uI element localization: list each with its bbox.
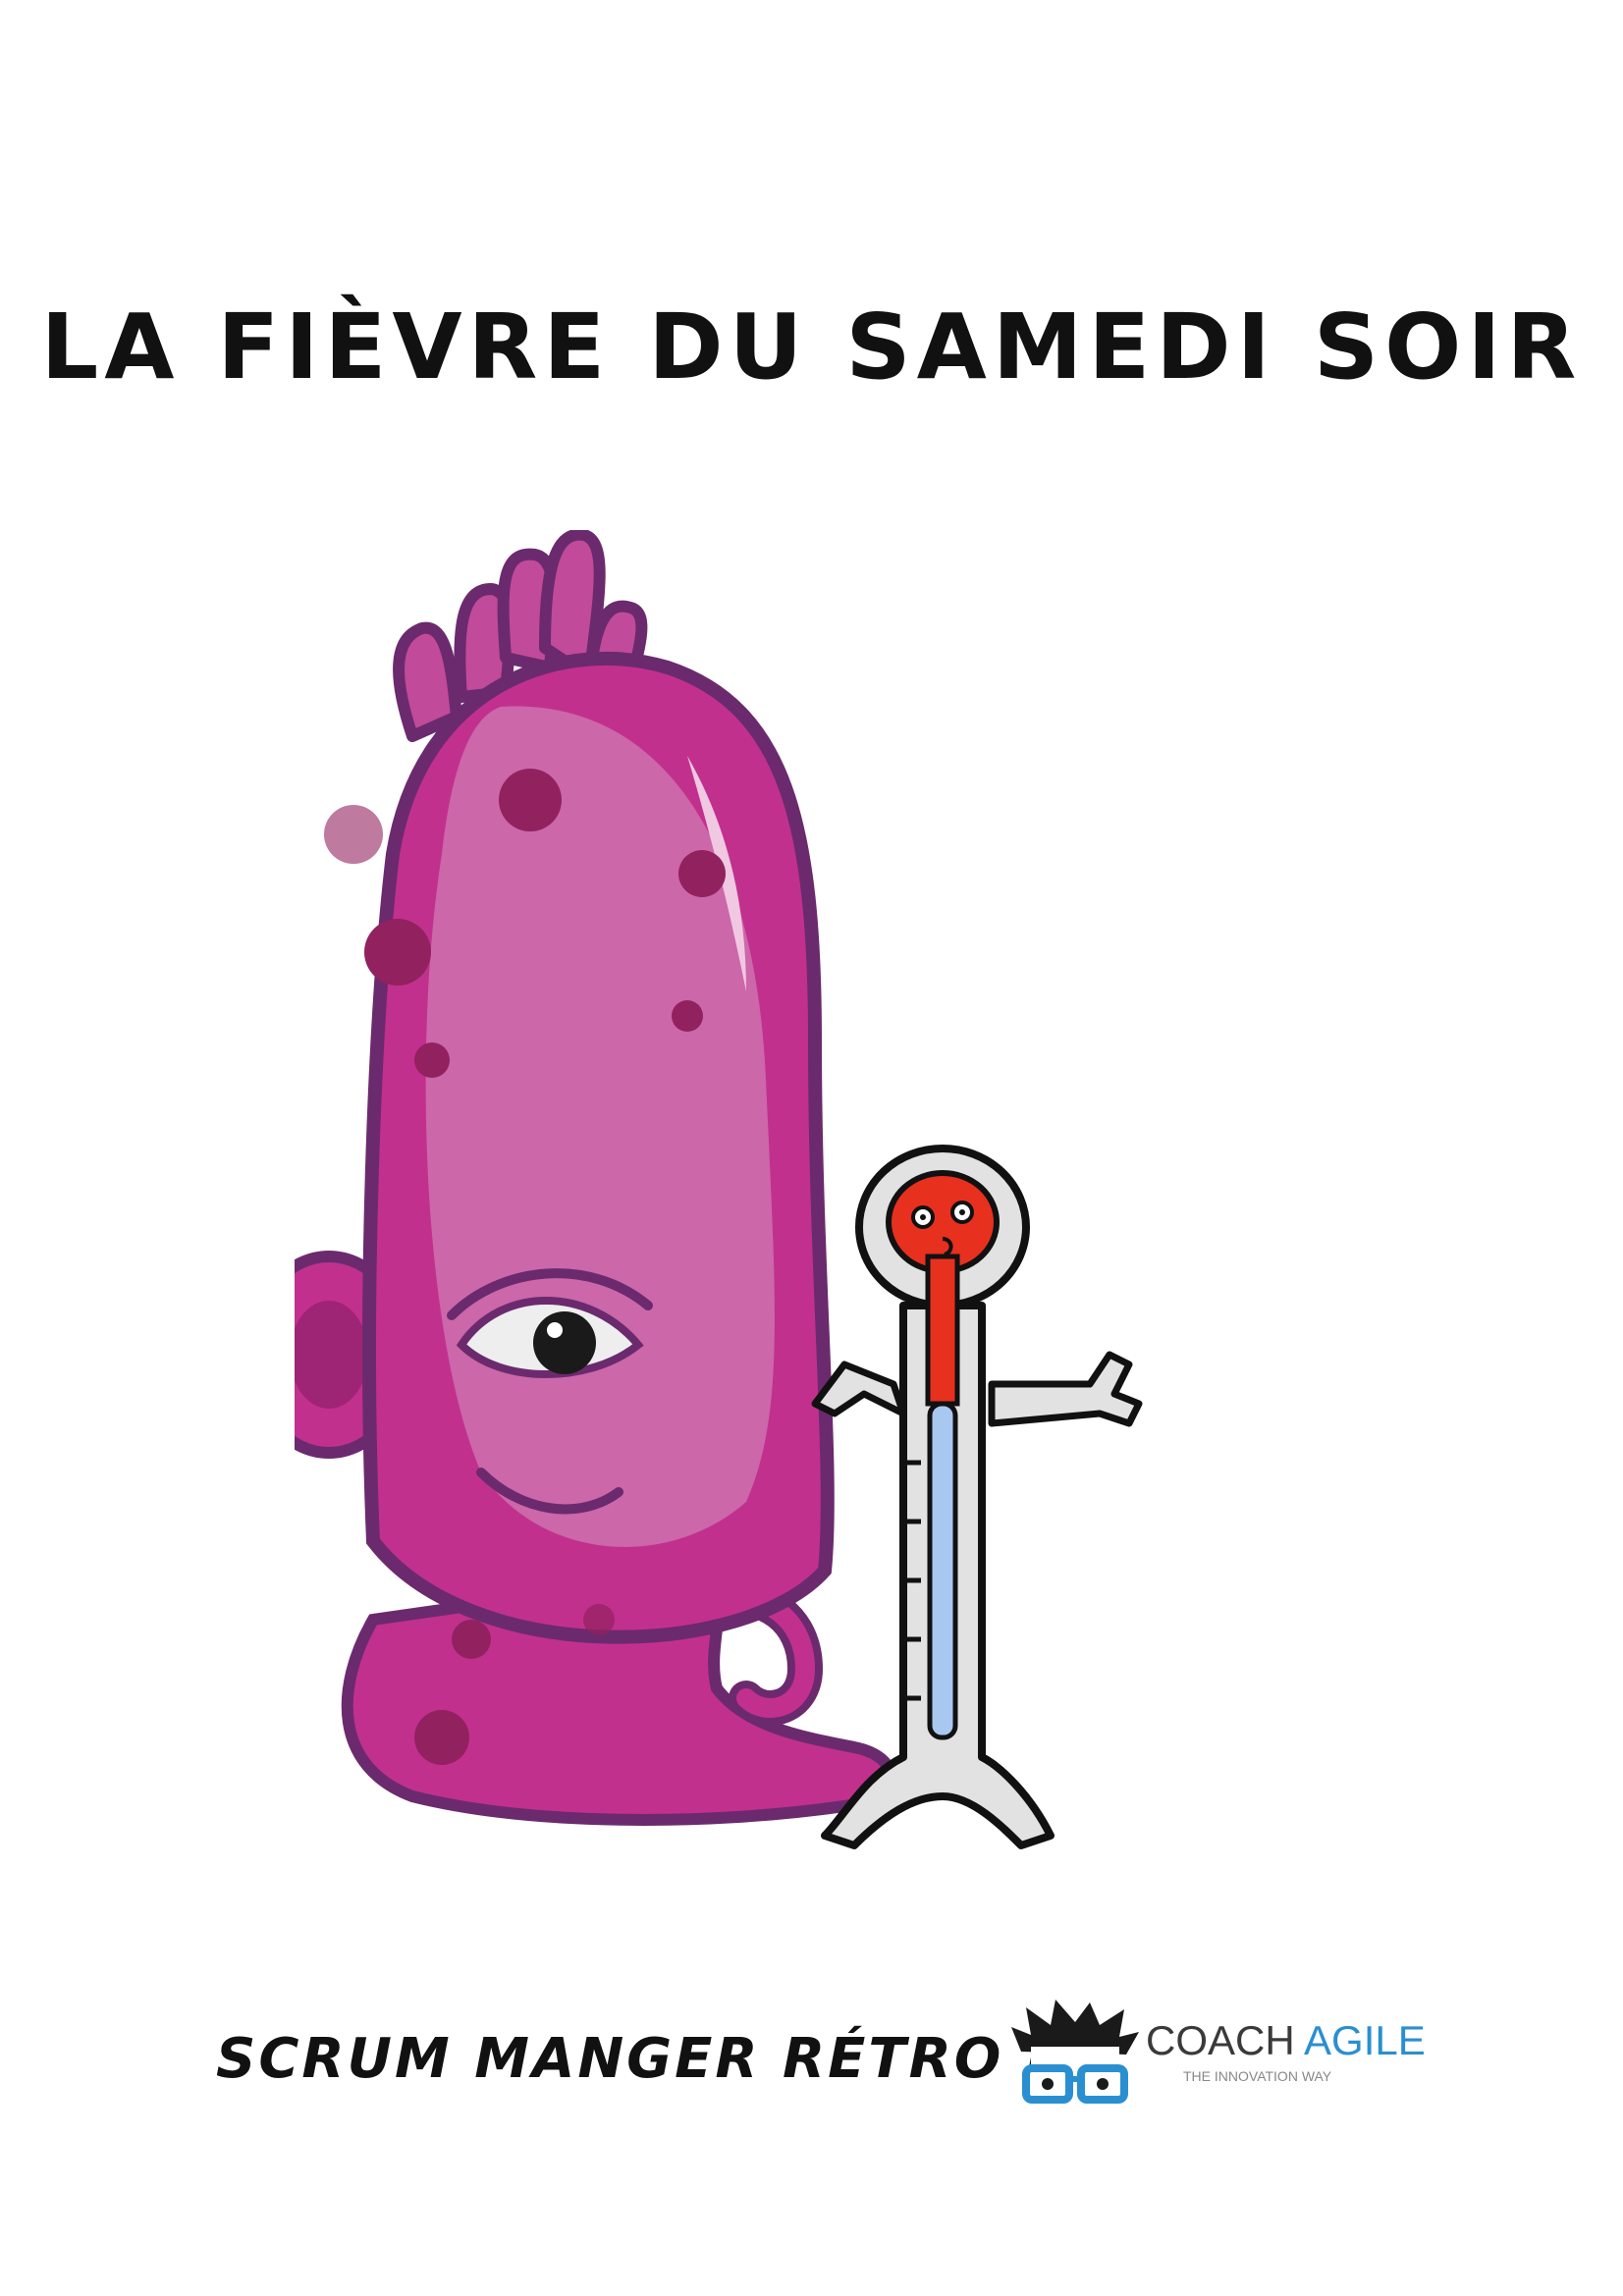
- logo-word-agile: AGILE: [1304, 2017, 1426, 2063]
- footer: SCRUM MANGER RÉTRO BY COACH AGILE THE IN…: [216, 1998, 1443, 2115]
- purple-monster-illustration: [295, 530, 896, 1826]
- fever-illustration: [295, 530, 1143, 1849]
- logo-tagline: THE INNOVATION WAY: [1183, 2068, 1332, 2084]
- thermometer-illustration: [811, 1145, 1143, 1849]
- footer-credit: SCRUM MANGER RÉTRO BY: [216, 2027, 1110, 2091]
- logo-word-coach: COACH: [1146, 2017, 1295, 2063]
- nerd-face-icon: [1011, 2000, 1139, 2104]
- logo-wordmark: COACH AGILE: [1146, 2017, 1426, 2064]
- page-title: LA FIÈVRE DU SAMEDI SOIR: [40, 294, 1583, 400]
- coach-agile-logo: COACH AGILE THE INNOVATION WAY: [1006, 1998, 1426, 2115]
